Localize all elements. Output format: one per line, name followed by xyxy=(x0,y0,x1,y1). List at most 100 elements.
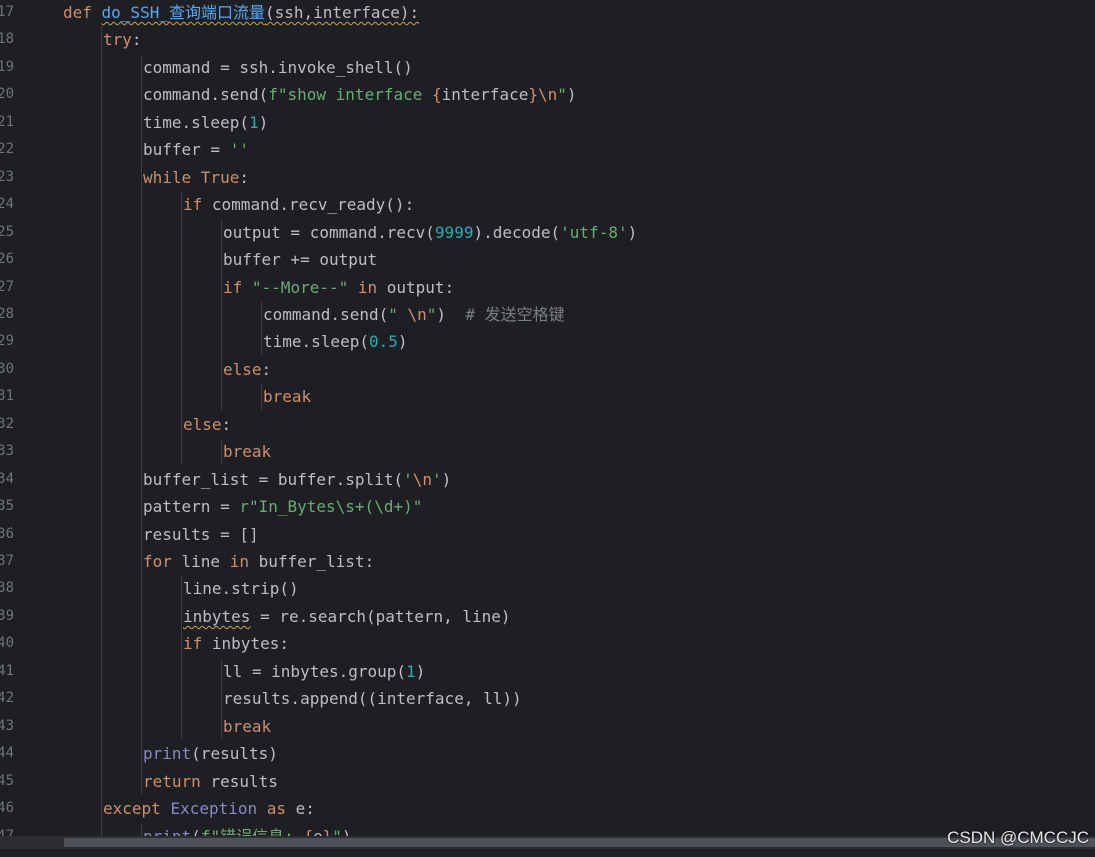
code-token: ' xyxy=(403,469,413,489)
line-number: 40 xyxy=(0,635,14,652)
code-token: output: xyxy=(386,277,455,297)
code-line[interactable]: 39 inbytes = re.search(pattern, line) xyxy=(0,603,1095,630)
code-text[interactable]: ll = inbytes.group(1) xyxy=(223,658,425,685)
code-text[interactable]: try: xyxy=(103,26,142,53)
code-line[interactable]: 26 buffer += output xyxy=(0,246,1095,273)
code-token: ) xyxy=(627,222,638,242)
code-token: in xyxy=(229,552,259,571)
code-token: if xyxy=(183,195,212,215)
code-line[interactable]: 36 results = [] xyxy=(0,521,1095,548)
code-text[interactable]: return results xyxy=(143,768,278,795)
code-line[interactable]: 25 output = command.recv(9999).decode('ut… xyxy=(0,219,1095,246)
code-line[interactable]: 18 try: xyxy=(0,26,1095,53)
code-text[interactable]: results.append((interface, ll)) xyxy=(223,685,522,712)
line-number: 22 xyxy=(0,141,14,158)
code-token: in xyxy=(348,277,387,297)
code-text[interactable]: buffer = '' xyxy=(143,136,249,163)
code-token: : xyxy=(131,30,142,50)
code-line[interactable]: 44 print(results) xyxy=(0,740,1095,767)
code-text[interactable]: command.send(" \n") # 发送空格键 xyxy=(263,301,565,328)
code-line[interactable]: 37 for line in buffer_list: xyxy=(0,548,1095,575)
line-number: 21 xyxy=(0,113,14,130)
code-text[interactable]: print(results) xyxy=(143,740,278,767)
code-text[interactable]: break xyxy=(223,438,271,465)
code-token: results xyxy=(210,771,278,791)
code-token: ) xyxy=(436,304,466,324)
code-line[interactable]: 35 pattern = r"In_Bytes\s+(\d+)" xyxy=(0,493,1095,520)
line-number: 39 xyxy=(0,607,14,624)
code-line[interactable]: 34 buffer_list = buffer.split('\n') xyxy=(0,466,1095,493)
code-text[interactable]: pattern = r"In_Bytes\s+(\d+)" xyxy=(143,493,422,520)
code-text[interactable]: if command.recv_ready(): xyxy=(183,191,414,218)
line-number: 19 xyxy=(0,58,14,75)
code-line[interactable]: 45 return results xyxy=(0,768,1095,795)
code-text[interactable]: inbytes = re.search(pattern, line) xyxy=(183,603,511,630)
code-line[interactable]: 31 break xyxy=(0,383,1095,410)
code-token: else xyxy=(223,359,262,379)
code-text[interactable]: if "--More--" in output: xyxy=(223,274,454,301)
code-text[interactable]: buffer += output xyxy=(223,246,377,273)
line-number: 27 xyxy=(0,278,14,295)
code-line[interactable]: 33 break xyxy=(0,438,1095,465)
watermark: CSDN @CMCCJC xyxy=(947,828,1089,847)
code-text[interactable]: def do_SSH_查询端口流量(ssh,interface): xyxy=(63,0,419,26)
line-number: 35 xyxy=(0,498,14,515)
line-number: 43 xyxy=(0,717,14,734)
code-token: \n xyxy=(537,85,558,105)
code-text[interactable]: while True: xyxy=(143,164,249,191)
code-text[interactable]: else: xyxy=(223,356,271,383)
code-line[interactable]: 24 if command.recv_ready(): xyxy=(0,191,1095,218)
code-text[interactable]: line.strip() xyxy=(183,575,299,602)
code-token: break xyxy=(223,716,272,736)
code-line[interactable]: 38 line.strip() xyxy=(0,575,1095,602)
code-line[interactable]: 32 else: xyxy=(0,411,1095,438)
code-token: output = command.recv( xyxy=(223,222,435,242)
code-token: try xyxy=(103,30,132,50)
code-line[interactable]: 42 results.append((interface, ll)) xyxy=(0,685,1095,712)
code-token: command.send( xyxy=(143,85,269,105)
code-text[interactable]: command = ssh.invoke_shell() xyxy=(143,54,413,81)
line-number: 45 xyxy=(0,772,14,789)
code-line[interactable]: 28 command.send(" \n") # 发送空格键 xyxy=(0,301,1095,328)
code-line[interactable]: 40 if inbytes: xyxy=(0,630,1095,657)
code-token: = re.search(pattern, line) xyxy=(250,606,511,626)
code-token: { xyxy=(432,85,442,105)
code-text[interactable]: time.sleep(0.5) xyxy=(263,328,408,355)
code-line[interactable]: 19 command = ssh.invoke_shell() xyxy=(0,54,1095,81)
code-token: ) xyxy=(566,85,577,105)
code-text[interactable]: output = command.recv(9999).decode('utf-… xyxy=(223,219,637,246)
code-token: break xyxy=(263,387,312,407)
code-text[interactable]: buffer_list = buffer.split('\n') xyxy=(143,466,451,493)
code-text[interactable]: command.send(f"show interface {interface… xyxy=(143,81,577,108)
code-line[interactable]: 21 time.sleep(1) xyxy=(0,109,1095,136)
code-line[interactable]: 46 except Exception as e: xyxy=(0,795,1095,822)
code-line[interactable]: 17 def do_SSH_查询端口流量(ssh,interface): xyxy=(0,0,1095,26)
code-text[interactable]: break xyxy=(263,383,311,410)
code-line[interactable]: 29 time.sleep(0.5) xyxy=(0,328,1095,355)
code-text[interactable]: if inbytes: xyxy=(183,630,289,657)
code-token: ) xyxy=(441,469,452,489)
code-token: # 发送空格键 xyxy=(465,304,565,324)
horizontal-scrollbar-thumb[interactable] xyxy=(64,838,1095,847)
code-text[interactable]: except Exception as e: xyxy=(103,795,315,822)
code-line[interactable]: 27 if "--More--" in output: xyxy=(0,274,1095,301)
code-line[interactable]: 30 else: xyxy=(0,356,1095,383)
code-text[interactable]: else: xyxy=(183,411,231,438)
code-text[interactable]: results = [] xyxy=(143,521,259,548)
code-line[interactable]: 22 buffer = '' xyxy=(0,136,1095,163)
code-token: 0.5 xyxy=(368,332,398,352)
code-token: "--More--" xyxy=(251,277,349,297)
code-token: do_SSH_查询端口流量 xyxy=(101,3,265,22)
code-token: : xyxy=(261,359,272,379)
code-text[interactable]: for line in buffer_list: xyxy=(143,548,374,575)
code-editor[interactable]: 17 def do_SSH_查询端口流量(ssh,interface): 18 try… xyxy=(0,0,1095,857)
code-token: break xyxy=(223,442,272,462)
code-text[interactable]: time.sleep(1) xyxy=(143,109,268,136)
code-text[interactable]: break xyxy=(223,713,271,740)
code-line[interactable]: 20 command.send(f"show interface {interfa… xyxy=(0,81,1095,108)
code-line[interactable]: 23 while True: xyxy=(0,164,1095,191)
line-number: 30 xyxy=(0,360,14,377)
code-line[interactable]: 41 ll = inbytes.group(1) xyxy=(0,658,1095,685)
line-number: 46 xyxy=(0,800,14,817)
code-line[interactable]: 43 break xyxy=(0,713,1095,740)
